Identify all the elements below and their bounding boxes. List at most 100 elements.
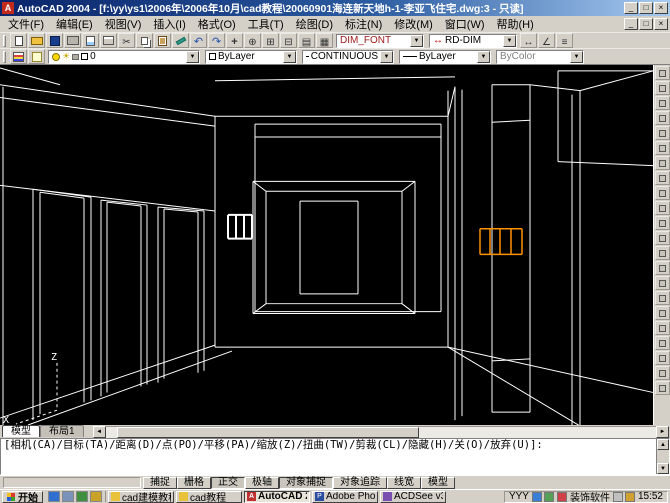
line-icon[interactable]	[655, 66, 670, 80]
new-icon[interactable]	[10, 33, 27, 48]
ellipse-icon[interactable]	[655, 201, 670, 215]
dim-style-combo[interactable]: ↔ RD-DIM ▼	[429, 34, 517, 48]
volume-icon[interactable]	[532, 492, 542, 502]
command-history[interactable]: [相机(CA)/目标(TA)/距离(D)/点(PO)/平移(PA)/缩放(Z)/…	[1, 439, 656, 474]
menu-item[interactable]: 插入(I)	[147, 19, 191, 31]
zoom-previous-icon[interactable]	[280, 33, 297, 48]
menu-item[interactable]: 文件(F)	[2, 19, 50, 31]
scroll-left-icon[interactable]: ◄	[93, 426, 106, 438]
erase-icon[interactable]	[655, 351, 670, 365]
menu-item[interactable]: 绘图(D)	[290, 19, 339, 31]
ellipse-arc-icon[interactable]	[655, 216, 670, 230]
chevron-down-icon[interactable]: ▼	[410, 35, 423, 47]
snap-toggle[interactable]: 捕捉	[143, 477, 177, 489]
taskbar-task[interactable]: AAutoCAD 200...	[244, 491, 310, 503]
rectangle-icon[interactable]	[655, 126, 670, 140]
lineweight-toggle[interactable]: 线宽	[387, 477, 421, 489]
lineweight-combo[interactable]: ByLayer ▼	[399, 50, 491, 64]
print-preview-icon[interactable]	[82, 33, 99, 48]
point-icon[interactable]	[655, 261, 670, 275]
color-combo[interactable]: ByLayer ▼	[205, 50, 297, 64]
menu-item[interactable]: 标注(N)	[339, 19, 388, 31]
layer-combo[interactable]: ☀ 0 ▼	[48, 50, 200, 64]
model-tab[interactable]: 模型	[2, 425, 40, 437]
open-icon[interactable]	[28, 33, 45, 48]
scroll-up-icon[interactable]: ▲	[657, 439, 669, 450]
menu-item[interactable]: 工具(T)	[242, 19, 290, 31]
chevron-down-icon[interactable]: ▼	[283, 51, 296, 63]
taskbar-task[interactable]: ACDSee v3.1...	[380, 491, 446, 503]
match-properties-icon[interactable]	[172, 33, 189, 48]
redo-icon[interactable]	[208, 33, 225, 48]
circle-icon[interactable]	[655, 156, 670, 170]
arc-icon[interactable]	[655, 141, 670, 155]
horizontal-scrollbar[interactable]: ◄ ►	[93, 426, 669, 438]
designcenter-icon[interactable]	[316, 33, 333, 48]
publish-icon[interactable]	[100, 33, 117, 48]
pan-icon[interactable]	[226, 33, 243, 48]
copy-object-icon[interactable]	[655, 366, 670, 380]
undo-icon[interactable]	[190, 33, 207, 48]
save-icon[interactable]	[46, 33, 63, 48]
layout1-tab[interactable]: 布局1	[40, 425, 84, 437]
revision-cloud-icon[interactable]	[655, 171, 670, 185]
antivirus-icon[interactable]	[625, 492, 635, 502]
region-icon[interactable]	[655, 306, 670, 320]
chevron-down-icon[interactable]: ▼	[570, 51, 583, 63]
menu-item[interactable]: 编辑(E)	[50, 19, 99, 31]
spline-icon[interactable]	[655, 186, 670, 200]
cut-icon[interactable]	[118, 33, 135, 48]
dim-edit-icon[interactable]	[556, 33, 573, 48]
polyline-icon[interactable]	[655, 96, 670, 110]
polar-toggle[interactable]: 极轴	[245, 477, 279, 489]
decor-app-tray-icon[interactable]	[557, 492, 567, 502]
make-block-icon[interactable]	[655, 246, 670, 260]
mirror-icon[interactable]	[655, 381, 670, 395]
media-player-icon[interactable]	[76, 491, 88, 502]
multiline-text-icon[interactable]	[655, 336, 670, 350]
copy-icon[interactable]	[136, 33, 153, 48]
maximize-button[interactable]: □	[639, 2, 653, 14]
hatch-icon[interactable]	[655, 276, 670, 290]
scrollbar-thumb[interactable]	[117, 427, 420, 438]
menu-item[interactable]: 视图(V)	[99, 19, 148, 31]
ortho-toggle[interactable]: 正交	[211, 477, 245, 489]
construction-line-icon[interactable]	[655, 81, 670, 95]
chevron-down-icon[interactable]: ▼	[477, 51, 490, 63]
scrollbar-track[interactable]	[106, 426, 656, 438]
polygon-icon[interactable]	[655, 111, 670, 125]
layers-icon[interactable]	[10, 49, 27, 64]
osnap-toggle[interactable]: 对象捕捉	[279, 477, 333, 489]
doc-restore-button[interactable]: □	[639, 18, 653, 30]
chevron-down-icon[interactable]: ▼	[186, 51, 199, 63]
drawing-area[interactable]: ZX	[0, 65, 653, 425]
network-icon[interactable]	[544, 492, 554, 502]
grid-toggle[interactable]: 栅格	[177, 477, 211, 489]
print-icon[interactable]	[64, 33, 81, 48]
text-style-combo[interactable]: DIM_FONT ▼	[336, 34, 424, 48]
minimize-button[interactable]: _	[624, 2, 638, 14]
menu-item[interactable]: 格式(O)	[192, 19, 242, 31]
doc-minimize-button[interactable]: _	[624, 18, 638, 30]
internet-explorer-icon[interactable]	[48, 491, 60, 502]
outlook-icon[interactable]	[90, 491, 102, 502]
show-desktop-icon[interactable]	[62, 491, 74, 502]
scroll-right-icon[interactable]: ►	[656, 426, 669, 438]
zoom-window-icon[interactable]	[262, 33, 279, 48]
chevron-down-icon[interactable]: ▼	[503, 35, 516, 47]
menu-item[interactable]: 窗口(W)	[439, 19, 491, 31]
chevron-down-icon[interactable]: ▼	[380, 51, 393, 63]
close-button[interactable]: ×	[654, 2, 668, 14]
toolbar-grip[interactable]	[3, 35, 6, 47]
taskbar-task[interactable]: PAdobe Photo...	[312, 491, 378, 503]
toolbar-grip[interactable]	[3, 51, 6, 63]
table-icon[interactable]	[655, 321, 670, 335]
taskbar-task[interactable]: cad建模教程	[108, 491, 174, 503]
input-method-icon[interactable]	[613, 492, 623, 502]
properties-icon[interactable]	[298, 33, 315, 48]
command-scrollbar[interactable]: ▲ ▼	[656, 439, 669, 474]
taskbar-task[interactable]: cad教程	[176, 491, 242, 503]
insert-block-icon[interactable]	[655, 231, 670, 245]
dim-linear-icon[interactable]	[520, 33, 537, 48]
plotstyle-combo[interactable]: ByColor ▼	[496, 50, 584, 64]
